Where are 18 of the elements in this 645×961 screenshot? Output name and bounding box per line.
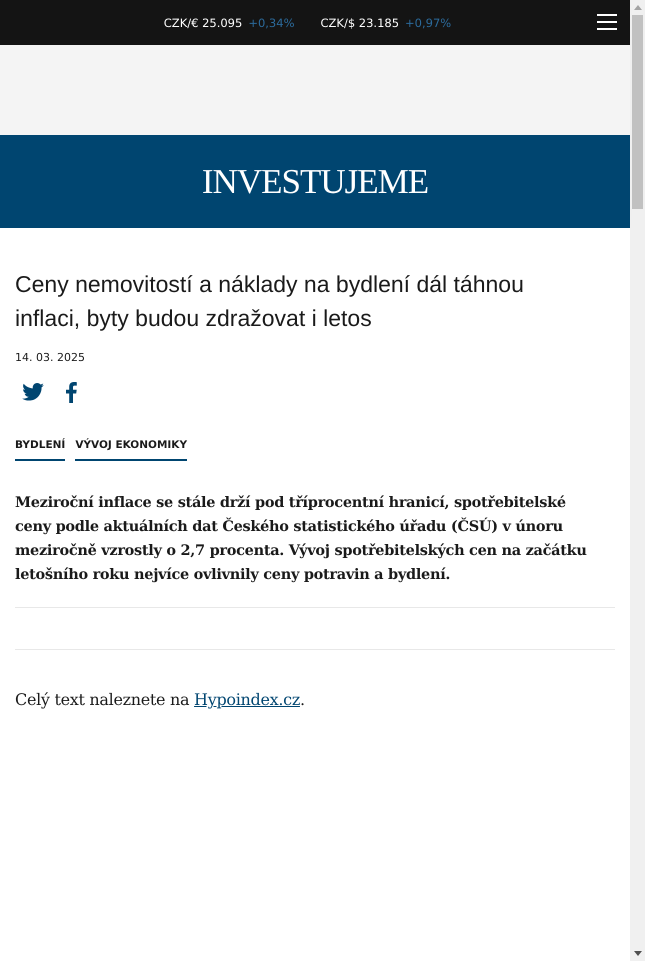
site-logo[interactable]: INVESTUJEME: [202, 162, 428, 202]
scrollbar-thumb[interactable]: [632, 15, 643, 209]
scroll-down-icon[interactable]: [634, 951, 642, 956]
rate-change: +0,97%: [405, 16, 452, 30]
rate-change: +0,34%: [248, 16, 294, 30]
scrollbar[interactable]: [630, 0, 645, 961]
twitter-icon[interactable]: [22, 383, 44, 401]
source-link[interactable]: Hypoindex.cz: [194, 690, 300, 709]
article-title: Ceny nemovitostí a náklady na bydlení dál táhnou inflaci, byty budou zdražovat i letos: [15, 270, 525, 333]
exchange-rate: CZK/$ 23.185: [320, 16, 400, 30]
menu-icon[interactable]: [597, 14, 617, 30]
tag-link[interactable]: VÝVOJ EKONOMIKY: [75, 439, 188, 461]
article-date: 14. 03. 2025: [15, 351, 86, 364]
exchange-rate: CZK/€ 25.095: [164, 16, 242, 30]
article-perex: Meziroční inflace se stále drží pod tříprocentní hranicí, spotřebitelské ceny podle aktuálních dat Českého statistického úřadu (ČSÚ) v únoru meziročně vzrostly o 2,7 procenta. Vývoj spotřebitelských cen na začátku letošního roku nejvíce ovlivnily ceny potravin a bydlení.: [15, 493, 588, 585]
tag-link[interactable]: BYDLENÍ: [15, 439, 66, 461]
facebook-icon[interactable]: [65, 382, 77, 402]
source-note: Celý text naleznete na Hypoindex.cz.: [15, 690, 306, 709]
